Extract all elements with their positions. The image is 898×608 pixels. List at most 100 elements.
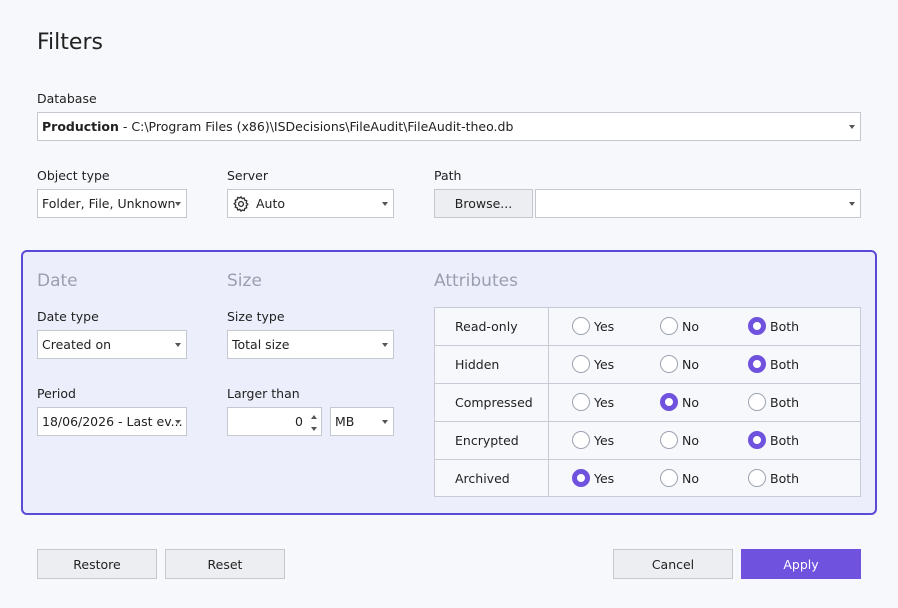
- radio-button[interactable]: [748, 469, 766, 487]
- attribute-name: Hidden: [435, 346, 549, 383]
- period-value: 18/06/2026 - Last ev...: [42, 414, 183, 429]
- database-select[interactable]: Production - C:\Program Files (x86)\ISDe…: [37, 112, 861, 141]
- size-heading: Size: [227, 271, 262, 291]
- date-type-label: Date type: [37, 309, 99, 324]
- size-type-value: Total size: [232, 337, 290, 352]
- radio-label: Both: [770, 470, 800, 486]
- radio-button[interactable]: [660, 431, 678, 449]
- chevron-down-icon: [382, 202, 388, 206]
- database-name: Production: [42, 119, 119, 134]
- attribute-option-yes[interactable]: Yes: [572, 431, 614, 449]
- radio-button[interactable]: [660, 469, 678, 487]
- radio-button[interactable]: [748, 431, 766, 449]
- chevron-down-icon: [175, 343, 181, 347]
- attribute-row: Archived Yes No Both: [435, 460, 860, 498]
- attribute-option-yes[interactable]: Yes: [572, 317, 614, 335]
- page-title: Filters: [37, 30, 103, 55]
- attribute-option-both[interactable]: Both: [748, 469, 799, 487]
- attribute-option-both[interactable]: Both: [748, 393, 799, 411]
- cancel-button[interactable]: Cancel: [613, 549, 733, 579]
- path-label: Path: [434, 168, 462, 183]
- radio-button[interactable]: [748, 393, 766, 411]
- radio-label: No: [682, 318, 699, 334]
- radio-button[interactable]: [572, 431, 590, 449]
- chevron-down-icon: [849, 125, 855, 129]
- date-heading: Date: [37, 271, 78, 291]
- attribute-name: Read-only: [435, 308, 549, 345]
- radio-label: No: [682, 432, 699, 448]
- spin-down-icon[interactable]: [311, 427, 317, 431]
- radio-button[interactable]: [660, 317, 678, 335]
- gear-icon: [232, 195, 250, 213]
- restore-button[interactable]: Restore: [37, 549, 157, 579]
- database-label: Database: [37, 91, 97, 106]
- radio-button[interactable]: [572, 355, 590, 373]
- attribute-option-yes[interactable]: Yes: [572, 469, 614, 487]
- size-type-label: Size type: [227, 309, 285, 324]
- object-type-select[interactable]: Folder, File, Unknown: [37, 189, 187, 218]
- radio-label: No: [682, 356, 699, 372]
- database-path: - C:\Program Files (x86)\ISDecisions\Fil…: [118, 119, 514, 134]
- larger-than-value: 0: [295, 414, 303, 429]
- attribute-row: Compressed Yes No Both: [435, 384, 860, 422]
- radio-label: Both: [770, 394, 800, 410]
- attribute-option-no[interactable]: No: [660, 317, 699, 335]
- period-select[interactable]: 18/06/2026 - Last ev...: [37, 407, 187, 436]
- attribute-option-no[interactable]: No: [660, 469, 699, 487]
- date-type-value: Created on: [42, 337, 112, 352]
- radio-label: Yes: [594, 432, 615, 448]
- server-value: Auto: [256, 196, 286, 211]
- server-select[interactable]: Auto: [227, 189, 394, 218]
- chevron-down-icon: [849, 202, 855, 206]
- attribute-option-yes[interactable]: Yes: [572, 355, 614, 373]
- attribute-option-yes[interactable]: Yes: [572, 393, 614, 411]
- chevron-down-icon: [382, 343, 388, 347]
- radio-button[interactable]: [572, 393, 590, 411]
- attribute-option-both[interactable]: Both: [748, 431, 799, 449]
- radio-label: Yes: [594, 470, 615, 486]
- attribute-row: Encrypted Yes No Both: [435, 422, 860, 460]
- attribute-name: Archived: [435, 460, 549, 497]
- size-type-select[interactable]: Total size: [227, 330, 394, 359]
- date-type-select[interactable]: Created on: [37, 330, 187, 359]
- radio-label: No: [682, 394, 699, 410]
- attribute-name: Compressed: [435, 384, 549, 421]
- radio-label: No: [682, 470, 699, 486]
- radio-label: Both: [770, 356, 800, 372]
- radio-button[interactable]: [572, 469, 590, 487]
- attribute-option-no[interactable]: No: [660, 355, 699, 373]
- unit-value: MB: [335, 414, 355, 429]
- object-type-value: Folder, File, Unknown: [42, 196, 176, 211]
- radio-label: Yes: [594, 394, 615, 410]
- radio-button[interactable]: [660, 355, 678, 373]
- reset-button[interactable]: Reset: [165, 549, 285, 579]
- attribute-row: Hidden Yes No Both: [435, 346, 860, 384]
- radio-button[interactable]: [748, 355, 766, 373]
- radio-label: Yes: [594, 318, 615, 334]
- chevron-down-icon: [175, 420, 181, 424]
- larger-than-label: Larger than: [227, 386, 300, 401]
- attributes-heading: Attributes: [434, 271, 518, 291]
- apply-button[interactable]: Apply: [741, 549, 861, 579]
- chevron-down-icon: [175, 202, 181, 206]
- chevron-down-icon: [382, 420, 388, 424]
- radio-label: Yes: [594, 356, 615, 372]
- attribute-option-both[interactable]: Both: [748, 355, 799, 373]
- radio-button[interactable]: [572, 317, 590, 335]
- path-input[interactable]: [535, 189, 861, 218]
- larger-than-input[interactable]: 0: [227, 407, 322, 436]
- radio-button[interactable]: [748, 317, 766, 335]
- server-label: Server: [227, 168, 268, 183]
- attribute-option-both[interactable]: Both: [748, 317, 799, 335]
- unit-select[interactable]: MB: [330, 407, 394, 436]
- browse-button[interactable]: Browse...: [434, 189, 533, 218]
- attribute-name: Encrypted: [435, 422, 549, 459]
- attribute-option-no[interactable]: No: [660, 393, 699, 411]
- attributes-grid: Read-only Yes No Both Hidden Yes No Both Compres…: [434, 307, 861, 497]
- attribute-option-no[interactable]: No: [660, 431, 699, 449]
- radio-button[interactable]: [660, 393, 678, 411]
- spin-up-icon[interactable]: [311, 415, 317, 419]
- radio-label: Both: [770, 432, 800, 448]
- period-label: Period: [37, 386, 76, 401]
- attribute-row: Read-only Yes No Both: [435, 308, 860, 346]
